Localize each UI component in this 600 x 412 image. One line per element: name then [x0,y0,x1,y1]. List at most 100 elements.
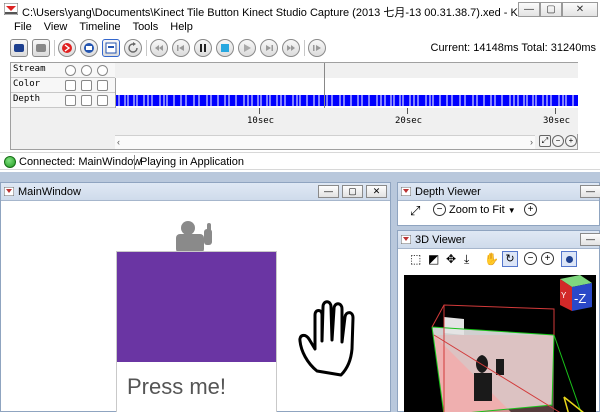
menu-file[interactable]: File [8,20,38,37]
camera-tool-icon[interactable]: ◩ [428,252,439,266]
color-stream-track[interactable] [115,78,578,93]
disconnect-icon [36,44,46,52]
window-icon [401,235,411,244]
menu-view[interactable]: View [38,20,74,37]
tile-color-area [117,252,276,362]
depth-record-checkbox[interactable] [81,95,92,106]
play-into-app-button[interactable] [80,39,98,57]
time-readout: Current: 14148ms Total: 31240ms [430,42,597,54]
depth-viewer-toolbar: ⤢ − Zoom to Fit ▼ + [398,201,599,221]
timeline-row-depth: Depth [11,93,115,108]
step-back-button[interactable] [172,39,190,57]
tick-10sec [259,108,260,114]
color-view-checkbox[interactable] [97,80,108,91]
main-window-maximize[interactable]: ▢ [342,185,363,198]
zoom-select[interactable]: Zoom to Fit ▼ [449,204,516,216]
timeline-scrollbar[interactable]: ‹ › [115,135,535,149]
stream-depth-label: Depth [13,94,41,104]
zoom-in-icon[interactable]: + [541,252,554,265]
header-toggle-c[interactable] [97,65,108,76]
minimize-button[interactable]: — [518,2,540,17]
color-record-checkbox[interactable] [81,80,92,91]
skip-start-button[interactable] [150,39,168,57]
header-toggle-a[interactable] [65,65,76,76]
depth-frames [116,95,578,106]
maximize-button[interactable]: ▢ [540,2,562,17]
connected-target: MainWindow [78,156,142,168]
window-title: C:\Users\yang\Documents\Kinect Tile Butt… [22,7,576,19]
depth-stream-track[interactable] [115,93,578,108]
zoom-fit-icon[interactable]: ⤢ [539,135,551,147]
connected-label: Connected: [19,156,76,168]
loop-icon [313,45,321,51]
record-icon [62,43,72,53]
3d-viewer-titlebar: 3D Viewer — [398,231,600,249]
3d-view-canvas[interactable]: -Z Y [404,275,596,412]
select-tool-icon[interactable]: ⬚ [410,252,421,266]
open-file-button[interactable] [102,39,120,57]
fit-icon[interactable]: ⤢ [410,203,420,219]
play-button[interactable] [238,39,256,57]
loop-button[interactable] [308,39,326,57]
menu-tools[interactable]: Tools [127,20,165,37]
svg-text:Y: Y [561,291,567,300]
axis-label: -Z [574,291,586,306]
skip-end-icon [287,45,295,51]
pause-icon [200,44,206,52]
rotate-icon[interactable]: ↻ [502,251,518,267]
record-button[interactable] [58,39,76,57]
header-toggle-b[interactable] [81,65,92,76]
scroll-right-icon[interactable]: › [530,137,533,147]
menu-bar: File View Timeline Tools Help [0,20,600,37]
stream-color-label: Color [13,79,41,89]
workspace: MainWindow — ▢ ✕ Press me! Depth Viewer … [0,172,600,412]
tick-30sec [555,108,556,114]
close-button[interactable]: ✕ [562,2,598,17]
depth-play-checkbox[interactable] [65,95,76,106]
scroll-left-icon[interactable]: ‹ [117,137,120,147]
timeline-row-color: Color [11,78,115,93]
main-window-titlebar: MainWindow — ▢ ✕ [1,183,390,201]
pan-hand-icon[interactable]: ✋ [484,252,499,266]
disconnect-button[interactable] [32,39,50,57]
connect-icon [14,44,24,52]
3d-viewer-title: 3D Viewer [415,234,466,246]
orientation-cube: -Z Y [560,275,592,311]
connect-button[interactable] [10,39,28,57]
zoom-in-icon[interactable]: + [524,203,537,216]
3d-viewer-minimize[interactable]: — [580,233,600,246]
step-forward-button[interactable] [260,39,278,57]
menu-timeline[interactable]: Timeline [73,20,126,37]
skip-end-button[interactable] [282,39,300,57]
depth-viewer-minimize[interactable]: — [580,185,600,198]
zoom-in-icon[interactable]: + [565,135,577,147]
chevron-down-icon: ▼ [507,206,516,215]
playhead[interactable] [324,63,325,108]
color-play-checkbox[interactable] [65,80,76,91]
stop-button[interactable] [216,39,234,57]
playback-mode: Playing in Application [140,156,244,168]
stream-header-label: Stream [13,64,46,74]
depth-viewer-titlebar: Depth Viewer — [398,183,600,201]
zoom-out-icon[interactable]: − [524,252,537,265]
hand-cursor-icon [298,300,355,377]
tile-button[interactable]: Press me! [116,251,277,412]
main-window-title: MainWindow [18,186,81,198]
play-into-app-icon [84,43,94,53]
zoom-out-icon[interactable]: − [433,203,446,216]
main-window-close[interactable]: ✕ [366,185,387,198]
point-cloud: -Z Y [404,275,596,412]
refresh-button[interactable] [124,39,142,57]
zoom-out-icon[interactable]: − [552,135,564,147]
zoom-select-value: Zoom to Fit [449,204,505,216]
main-window-minimize[interactable]: — [318,185,339,198]
move-tool-icon[interactable]: ✥ [446,252,456,266]
menu-help[interactable]: Help [164,20,199,37]
anchor-tool-icon[interactable]: ⤓ [464,252,469,267]
record-toggle-icon[interactable] [561,251,577,267]
3d-viewer-toolbar: ⬚ ◩ ✥ ⤓ ✋ ↻ − + [398,249,599,271]
window-icon [4,187,14,196]
pause-button[interactable] [194,39,212,57]
timeline-panel: Stream Color Depth 10sec 20sec 30sec ‹ ›… [10,62,578,150]
depth-view-checkbox[interactable] [97,95,108,106]
